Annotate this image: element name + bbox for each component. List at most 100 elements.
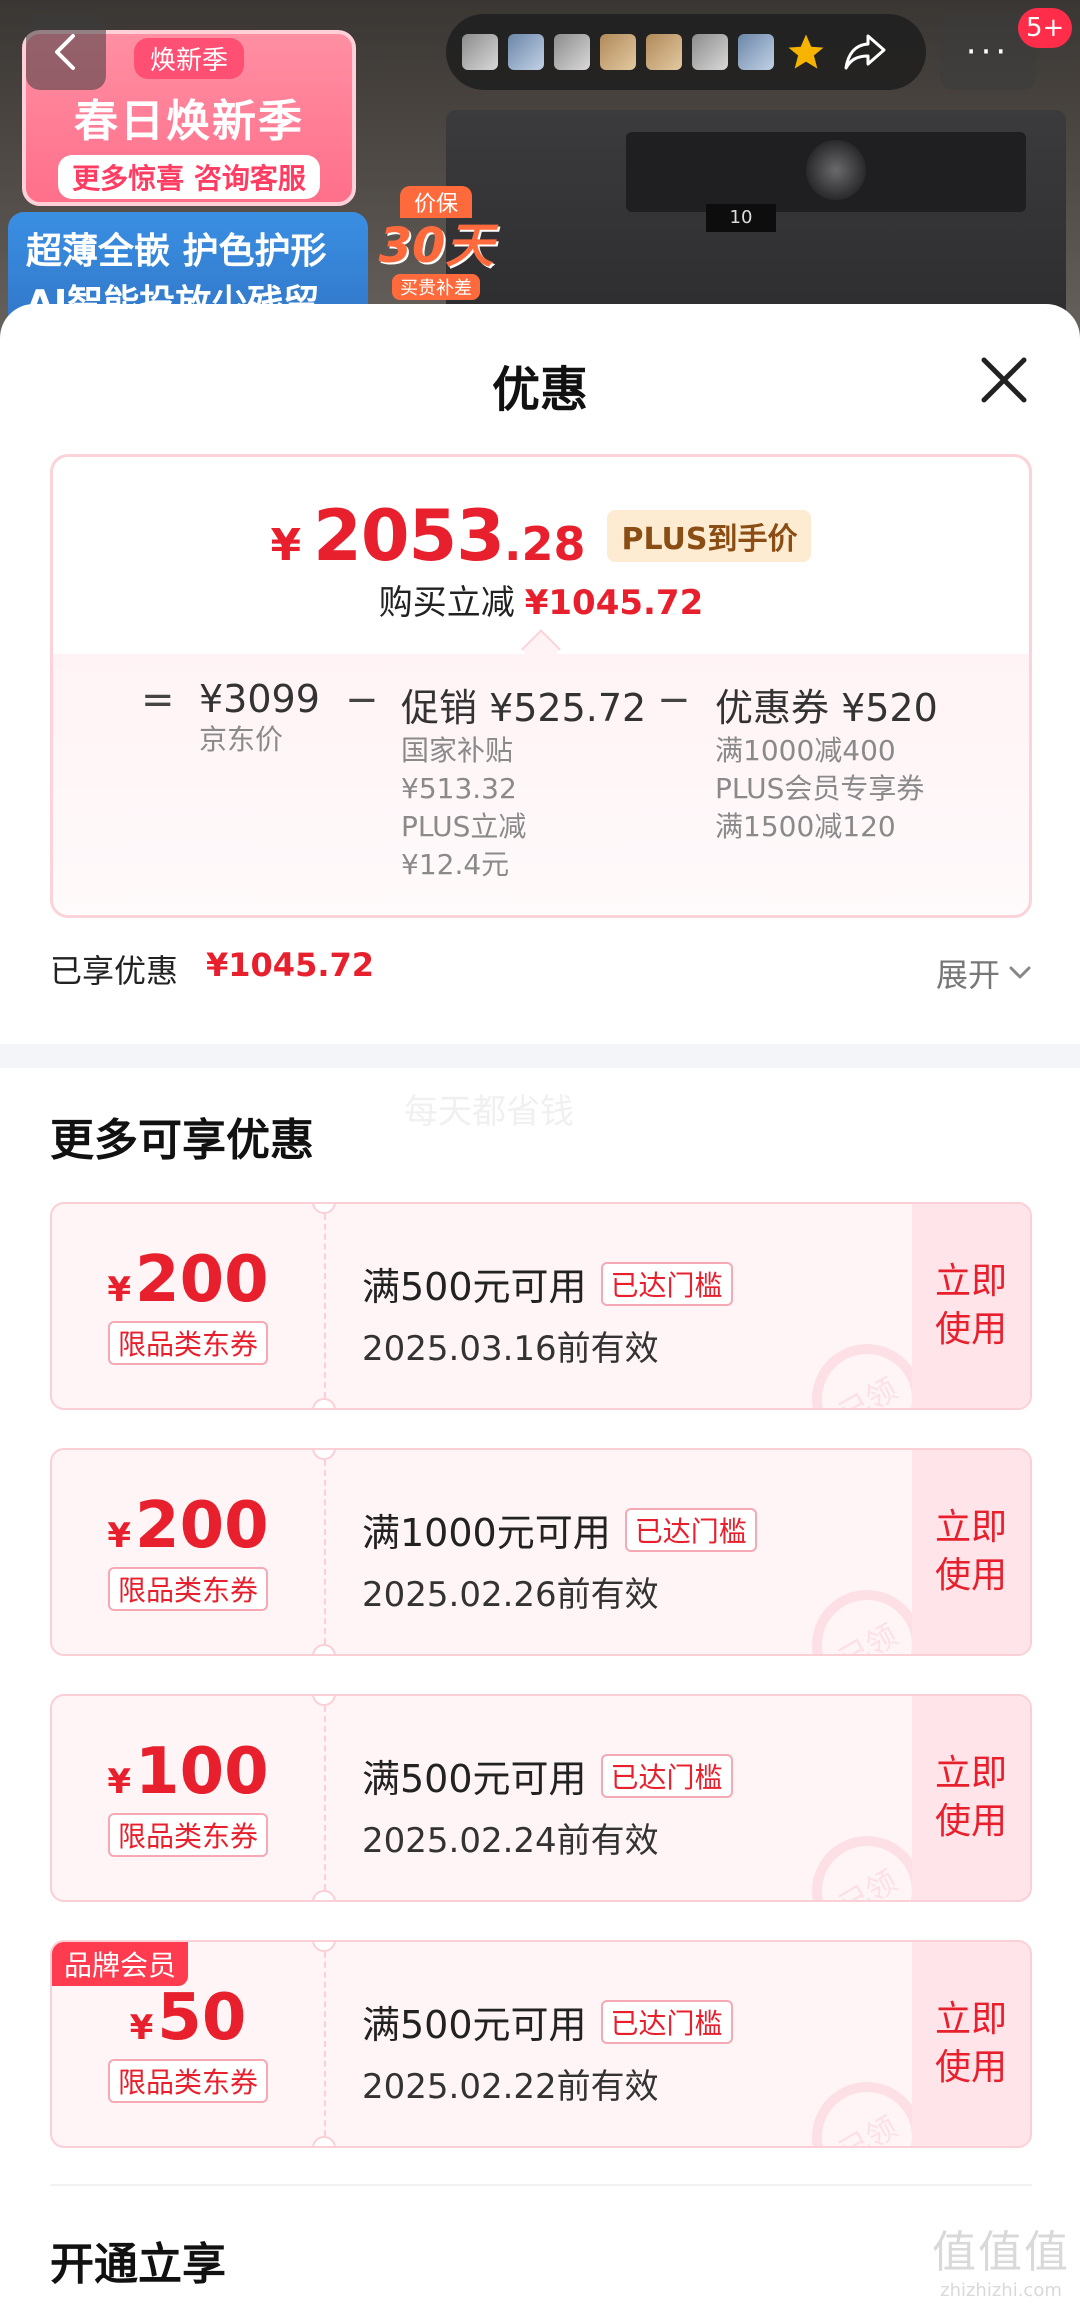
coupon-card[interactable]: ¥ 200 限品类东券 满500元可用 已达门槛 2025.03.16前有效 已… <box>50 1202 1032 1410</box>
coupon-validity: 2025.03.16前有效 <box>362 1329 659 1369</box>
coupon-condition: 满500元可用 已达门槛 <box>362 1994 733 2049</box>
coupon-condition: 满500元可用 已达门槛 <box>362 1256 733 1311</box>
thumbnail[interactable] <box>646 34 682 70</box>
divider-line <box>50 2184 1032 2186</box>
coupon-number: 50 <box>157 1981 247 2055</box>
promo-total: 促销 ¥525.72 <box>401 686 647 730</box>
thumbnail[interactable] <box>692 34 728 70</box>
minus-sign: − <box>345 677 379 723</box>
use-now-button[interactable]: 立即 使用 <box>912 1696 1030 1900</box>
claimed-stamp: 已领 <box>812 2082 922 2146</box>
expand-button[interactable]: 展开 <box>936 950 1032 996</box>
coupon-notch <box>312 1644 336 1654</box>
coupon-value: ¥ 100 限品类东券 <box>52 1696 324 1900</box>
price-guard-top: 价保 <box>399 186 472 218</box>
coupon-category: 限品类东券 <box>107 1567 268 1611</box>
coupon-card[interactable]: 品牌会员 ¥ 50 限品类东券 满500元可用 已达门槛 2025.02.22前… <box>50 1940 1032 2148</box>
equals-sign: = <box>141 677 175 723</box>
claimed-stamp-text: 已领 <box>834 1617 904 1656</box>
thumbnail[interactable] <box>600 34 636 70</box>
coupon-column: 优惠券 ¥520 满1000减400 PLUS会员专享券 满1500减120 <box>715 677 938 846</box>
price-breakdown: = ¥3099 京东价 − 促销 ¥525.72 国家补贴 ¥513.32 PL… <box>53 677 1029 897</box>
thumbnail[interactable] <box>554 34 590 70</box>
notification-badge: 5+ <box>1018 8 1073 48</box>
promo-line: ¥513.32 <box>401 772 517 805</box>
claimed-stamp-text: 已领 <box>834 1863 904 1902</box>
use-now-button[interactable]: 立即 使用 <box>912 1204 1030 1408</box>
star-icon[interactable] <box>784 30 828 74</box>
coupon-symbol: ¥ <box>107 1762 132 1802</box>
coupon-amount: ¥ 200 <box>107 1493 268 1559</box>
feature-line: 超薄全嵌 护色护形 <box>26 231 327 272</box>
coupon-divider <box>324 1942 326 2146</box>
close-icon <box>981 357 1027 403</box>
coupon-notch <box>312 1890 336 1900</box>
use-now-button[interactable]: 立即 使用 <box>912 1942 1030 2146</box>
coupon-validity: 2025.02.22前有效 <box>362 2067 659 2107</box>
coupon-line: PLUS会员专享券 <box>715 772 925 805</box>
claimed-stamp: 已领 <box>812 1590 922 1656</box>
coupon-symbol: ¥ <box>129 2008 154 2048</box>
washer-knob <box>806 140 866 200</box>
thumbnail[interactable] <box>738 34 774 70</box>
jd-price: ¥3099 <box>199 677 320 721</box>
coupon-amount: ¥ 50 <box>130 1985 247 2051</box>
coupon-amount: ¥ 200 <box>107 1247 268 1313</box>
use-now-button[interactable]: 立即 使用 <box>912 1450 1030 1654</box>
watermark: 每天都省钱 <box>404 1092 574 1132</box>
coupon-notch <box>312 1398 336 1408</box>
site-watermark-logo: 值值值 zhizhizhi.com <box>926 2216 1076 2301</box>
coupon-condition-text: 满500元可用 <box>362 1757 587 1801</box>
threshold-reached-badge: 已达门槛 <box>600 1261 733 1306</box>
coupon-validity: 2025.02.24前有效 <box>362 1821 659 1861</box>
price-guard-bottom: 买贵补差 <box>392 274 480 300</box>
coupon-number: 100 <box>135 1735 269 1809</box>
coupon-card[interactable]: ¥ 200 限品类东券 满1000元可用 已达门槛 2025.02.26前有效 … <box>50 1448 1032 1656</box>
final-price: ¥ 2053 .28 PLUS到手价 <box>53 495 1029 577</box>
close-button[interactable] <box>974 350 1034 410</box>
use-now-line: 立即 <box>934 1507 1007 1548</box>
claimed-stamp: 已领 <box>812 1836 922 1902</box>
enjoyed-amount: ¥1045.72 <box>206 946 375 984</box>
pointer-notch <box>521 629 561 669</box>
threshold-reached-badge: 已达门槛 <box>624 1507 757 1552</box>
price-summary-card: ¥ 2053 .28 PLUS到手价 购买立减 ¥1045.72 = ¥3099 … <box>50 454 1032 918</box>
share-icon[interactable] <box>838 25 892 79</box>
promo-line: ¥12.4元 <box>401 848 510 881</box>
use-now-line: 使用 <box>934 1801 1007 1842</box>
coupon-line: 满1000减400 <box>715 734 896 767</box>
coupon-category: 限品类东券 <box>107 1321 268 1365</box>
thumbnail-strip[interactable] <box>446 14 926 90</box>
enjoyed-label: 已享优惠 <box>50 952 179 990</box>
thumbnail[interactable] <box>462 34 498 70</box>
coupon-info: 满500元可用 已达门槛 2025.03.16前有效 <box>362 1256 733 1370</box>
section-divider <box>0 1044 1080 1068</box>
promo-subtitle: 更多惊喜 咨询客服 <box>58 154 320 199</box>
coupon-notch <box>312 2136 336 2146</box>
thumbnail[interactable] <box>508 34 544 70</box>
coupon-divider <box>324 1204 326 1408</box>
back-button[interactable] <box>26 14 106 90</box>
price-guard-badge: 价保 30天 买贵补差 <box>374 186 498 306</box>
coupon-total: 优惠券 ¥520 <box>715 686 938 730</box>
site-watermark-url: zhizhizhi.com <box>940 2280 1062 2301</box>
coupon-validity: 2025.02.26前有效 <box>362 1575 659 1615</box>
top-bar: ··· 5+ <box>0 0 1080 100</box>
threshold-reached-badge: 已达门槛 <box>600 1999 733 2044</box>
coupon-card[interactable]: ¥ 100 限品类东券 满500元可用 已达门槛 2025.02.24前有效 已… <box>50 1694 1032 1902</box>
coupon-info: 满500元可用 已达门槛 2025.02.22前有效 <box>362 1994 733 2108</box>
coupon-category: 限品类东券 <box>107 2059 268 2103</box>
promo-line: 国家补贴 <box>401 734 514 767</box>
chevron-down-icon <box>1009 966 1031 979</box>
coupon-condition-text: 满1000元可用 <box>362 1511 611 1555</box>
more-discounts-title: 更多可享优惠 <box>50 1115 314 1166</box>
coupon-condition: 满1000元可用 已达门槛 <box>362 1502 757 1557</box>
use-now-line: 立即 <box>934 1261 1007 1302</box>
instant-discount-amount: ¥1045.72 <box>524 583 704 623</box>
price-guard-days: 30天 <box>378 218 494 274</box>
enjoyed-discount-row: 已享优惠 ¥1045.72 展开 <box>50 940 1032 1000</box>
jd-price-label: 京东价 <box>199 723 284 756</box>
price-integer: 2053 <box>313 495 505 577</box>
promo-line: PLUS立减 <box>401 810 527 843</box>
jd-price-column: ¥3099 京东价 <box>199 677 320 759</box>
